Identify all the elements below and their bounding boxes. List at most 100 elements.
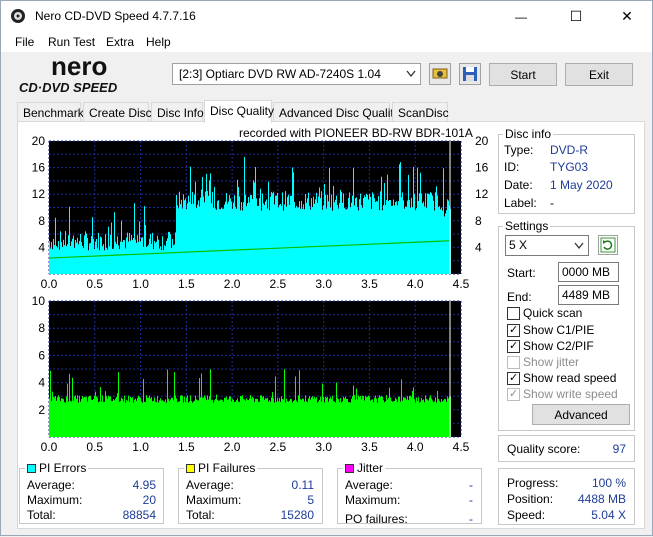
start-label: Start: — [507, 266, 536, 280]
pi-failures-maximum: 5 — [307, 493, 314, 507]
po-failures-label: PO failures: — [345, 512, 408, 526]
chart-0-x-tick-label: 4.0 — [407, 277, 424, 291]
speed-select[interactable]: 5 X — [505, 235, 589, 256]
pi-errors-maximum-label: Maximum: — [27, 493, 83, 507]
chart-0-x-tick-label: 0.0 — [41, 277, 58, 291]
pi-errors-title: PI Errors — [39, 461, 87, 475]
pi-errors-average-label: Average: — [27, 478, 75, 492]
start-input[interactable]: 0000 MB — [558, 262, 619, 282]
pi-errors-total: 88854 — [122, 508, 156, 522]
chart-1-x-tick-label: 2.0 — [224, 440, 241, 454]
quality-score-value: 97 — [612, 442, 626, 456]
show-read-speed-label: Show read speed — [523, 371, 617, 385]
jitter-swatch — [345, 464, 354, 473]
jitter-average: - — [469, 478, 473, 492]
refresh-icon — [600, 237, 616, 253]
position-label: Position: — [507, 492, 554, 506]
checkmark-icon: ✓ — [509, 372, 519, 384]
pi-errors-swatch — [27, 464, 36, 473]
position-value: 4488 MB — [577, 492, 626, 506]
show-read-speed-checkbox[interactable]: ✓ — [507, 372, 520, 385]
pi-errors-total-label: Total: — [27, 508, 56, 522]
date-value: 1 May 2020 — [550, 178, 613, 192]
chart-1-y-tick-label: 6 — [38, 348, 45, 362]
speed-value: 5.04 X — [591, 508, 626, 522]
pi-failures-average-label: Average: — [186, 478, 234, 492]
po-failures-value: - — [469, 512, 473, 526]
pi-failures-swatch — [186, 464, 195, 473]
pi-failures-average: 0.11 — [291, 478, 314, 492]
chart-0-x-tick-label: 3.0 — [315, 277, 332, 291]
show-c1-checkbox[interactable]: ✓ — [507, 324, 520, 337]
id-label: ID: — [504, 160, 520, 174]
end-label: End: — [507, 290, 532, 304]
advanced-button[interactable]: Advanced — [532, 404, 630, 425]
quick-scan-label: Quick scan — [523, 306, 583, 320]
type-label: Type: — [504, 143, 534, 157]
checkmark-icon: ✓ — [509, 388, 519, 400]
pi-failures-maximum-label: Maximum: — [186, 493, 242, 507]
refresh-button[interactable] — [598, 235, 618, 255]
chart-1-x-tick-label: 3.0 — [315, 440, 332, 454]
pi-failures-title: PI Failures — [198, 461, 256, 475]
settings-title: Settings — [503, 219, 551, 233]
show-jitter-checkbox[interactable] — [507, 356, 520, 369]
app-window: Nero CD-DVD Speed 4.7.7.16 — ☐ ✕ File Ru… — [0, 0, 653, 536]
disc-label-label: Label: — [504, 196, 537, 210]
pi-failures-title-wrap: PI Failures — [184, 461, 258, 475]
chart-0-y2-tick-label: 20 — [475, 134, 489, 148]
chart-0-y-tick-label: 16 — [32, 161, 46, 175]
chart-0-y2-tick-label: 8 — [475, 214, 482, 228]
chart-1-x-tick-label: 1.0 — [132, 440, 149, 454]
checkmark-icon: ✓ — [509, 340, 519, 352]
show-write-speed-label: Show write speed — [523, 387, 618, 401]
chart-0-y-tick-label: 4 — [38, 240, 45, 254]
chart-0-y-tick-label: 20 — [32, 134, 46, 148]
chart-0-x-tick-label: 0.5 — [86, 277, 103, 291]
show-jitter-label: Show jitter — [523, 355, 580, 369]
disc-label-value: - — [550, 196, 554, 210]
pi-errors-title-wrap: PI Errors — [25, 461, 89, 475]
jitter-average-label: Average: — [345, 478, 393, 492]
chart-0-x-tick-label: 3.5 — [361, 277, 378, 291]
jitter-title-wrap: Jitter — [343, 461, 386, 475]
chart-1-x-tick-label: 4.0 — [407, 440, 424, 454]
chart-1-y-tick-label: 2 — [38, 403, 45, 417]
chart-0-x-tick-label: 2.0 — [224, 277, 241, 291]
chart-0-x-tick-label: 2.5 — [270, 277, 287, 291]
pi-errors-maximum: 20 — [142, 493, 156, 507]
chart-1-y-tick-label: 10 — [32, 294, 46, 308]
chart-1-x-tick-label: 3.5 — [361, 440, 378, 454]
quick-scan-checkbox[interactable] — [507, 307, 520, 320]
chart-0-y-tick-label: 8 — [38, 214, 45, 228]
chart-1-x-tick-label: 2.5 — [270, 440, 287, 454]
quality-score-label: Quality score: — [507, 442, 581, 456]
show-c2-checkbox[interactable]: ✓ — [507, 340, 520, 353]
speed-label: Speed: — [507, 508, 546, 522]
show-c1-label: Show C1/PIE — [523, 323, 595, 337]
chart-1-x-tick-label: 1.5 — [178, 440, 195, 454]
jitter-title: Jitter — [357, 461, 384, 475]
date-label: Date: — [504, 178, 533, 192]
tab-disc-quality[interactable]: Disc Quality — [204, 100, 274, 123]
speed-select-value: 5 X — [509, 238, 528, 252]
pi-errors-average: 4.95 — [132, 478, 156, 492]
disc-info-title: Disc info — [503, 127, 554, 141]
jitter-maximum: - — [469, 493, 473, 507]
progress-value: 100 % — [591, 476, 626, 490]
chart-0-x-tick-label: 1.0 — [132, 277, 149, 291]
show-write-speed-checkbox[interactable]: ✓ — [507, 388, 520, 401]
show-c2-label: Show C2/PIF — [523, 339, 594, 353]
chart-0-y-tick-label: 12 — [32, 187, 46, 201]
progress-label: Progress: — [507, 476, 559, 490]
chart-0-y2-tick-label: 16 — [475, 161, 489, 175]
end-input[interactable]: 4489 MB — [558, 285, 619, 305]
chart-1-y-tick-label: 4 — [38, 376, 45, 390]
pi-failures-total: 15280 — [280, 508, 314, 522]
chart-1-x-tick-label: 4.5 — [453, 440, 470, 454]
checkmark-icon: ✓ — [509, 324, 519, 336]
chevron-down-icon — [574, 242, 584, 250]
pi-failures-total-label: Total: — [186, 508, 215, 522]
id-value: TYG03 — [550, 160, 589, 174]
jitter-maximum-label: Maximum: — [345, 493, 401, 507]
